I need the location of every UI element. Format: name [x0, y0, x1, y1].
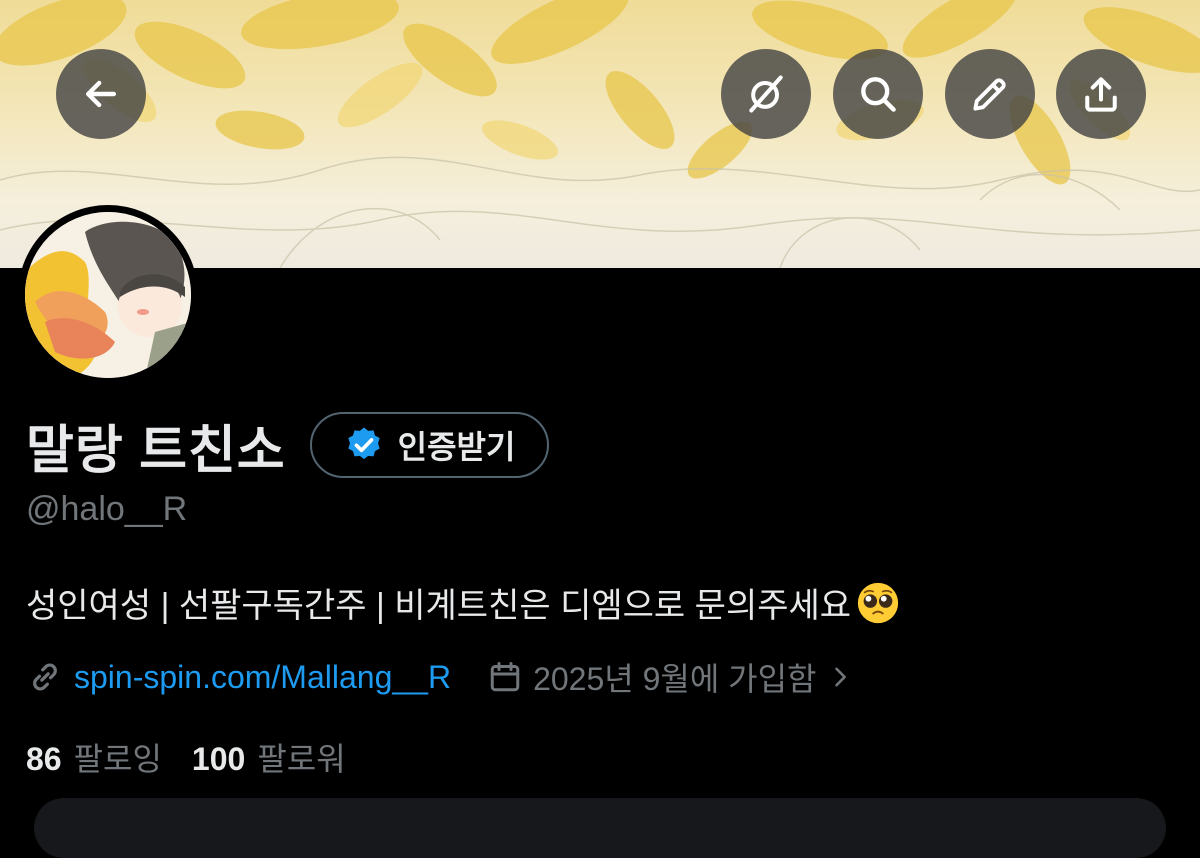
profile-meta: spin-spin.com/Mallang__R 2025년 9월에 가입함 [26, 652, 854, 702]
avatar[interactable] [25, 212, 191, 378]
avatar-illustration [25, 212, 191, 378]
verified-badge-icon [347, 427, 380, 460]
followers-link[interactable]: 100 팔로워 [192, 734, 346, 780]
search-button[interactable] [833, 49, 923, 139]
pleading-face-emoji-icon [857, 582, 899, 623]
following-count: 86 [26, 741, 62, 777]
followers-count: 100 [191, 741, 246, 777]
followers-label: 팔로워 [257, 741, 346, 777]
grok-button[interactable] [721, 49, 811, 139]
chevron-right-icon[interactable] [826, 663, 854, 691]
follow-stats: 86 팔로잉 100 팔로워 [26, 734, 376, 780]
joined-date: 2025년 9월에 가입함 [533, 661, 817, 697]
pencil-icon [973, 78, 1006, 111]
banner-leaves-artwork [0, 0, 1200, 268]
edit-button[interactable] [945, 49, 1035, 139]
name-row: 말랑 트친소 인증받기 [26, 410, 550, 480]
following-link[interactable]: 86 팔로잉 [26, 734, 162, 780]
grok-icon [749, 75, 783, 113]
display-name: 말랑 트친소 [26, 421, 286, 480]
bottom-card-edge [34, 798, 1166, 858]
share-button[interactable] [1056, 49, 1146, 139]
share-icon [1085, 77, 1117, 112]
bio-text: 성인여성 | 선팔구독간주 | 비계트친은 디엠으로 문의주세요 [26, 587, 852, 625]
link-icon [33, 663, 57, 691]
avatar-border [18, 205, 198, 385]
get-verified-label: 인증받기 [397, 429, 516, 465]
following-label: 팔로잉 [73, 741, 162, 777]
profile-website-link[interactable]: spin-spin.com/Mallang__R [74, 659, 451, 696]
search-icon [861, 77, 896, 112]
username-handle: @halo__R [26, 490, 188, 528]
profile-banner [0, 0, 1200, 268]
get-verified-button[interactable]: 인증받기 [309, 412, 550, 478]
arrow-left-icon [85, 80, 117, 108]
back-button[interactable] [56, 49, 146, 139]
calendar-icon [490, 662, 520, 692]
bio: 성인여성 | 선팔구독간주 | 비계트친은 디엠으로 문의주세요 [26, 578, 901, 627]
